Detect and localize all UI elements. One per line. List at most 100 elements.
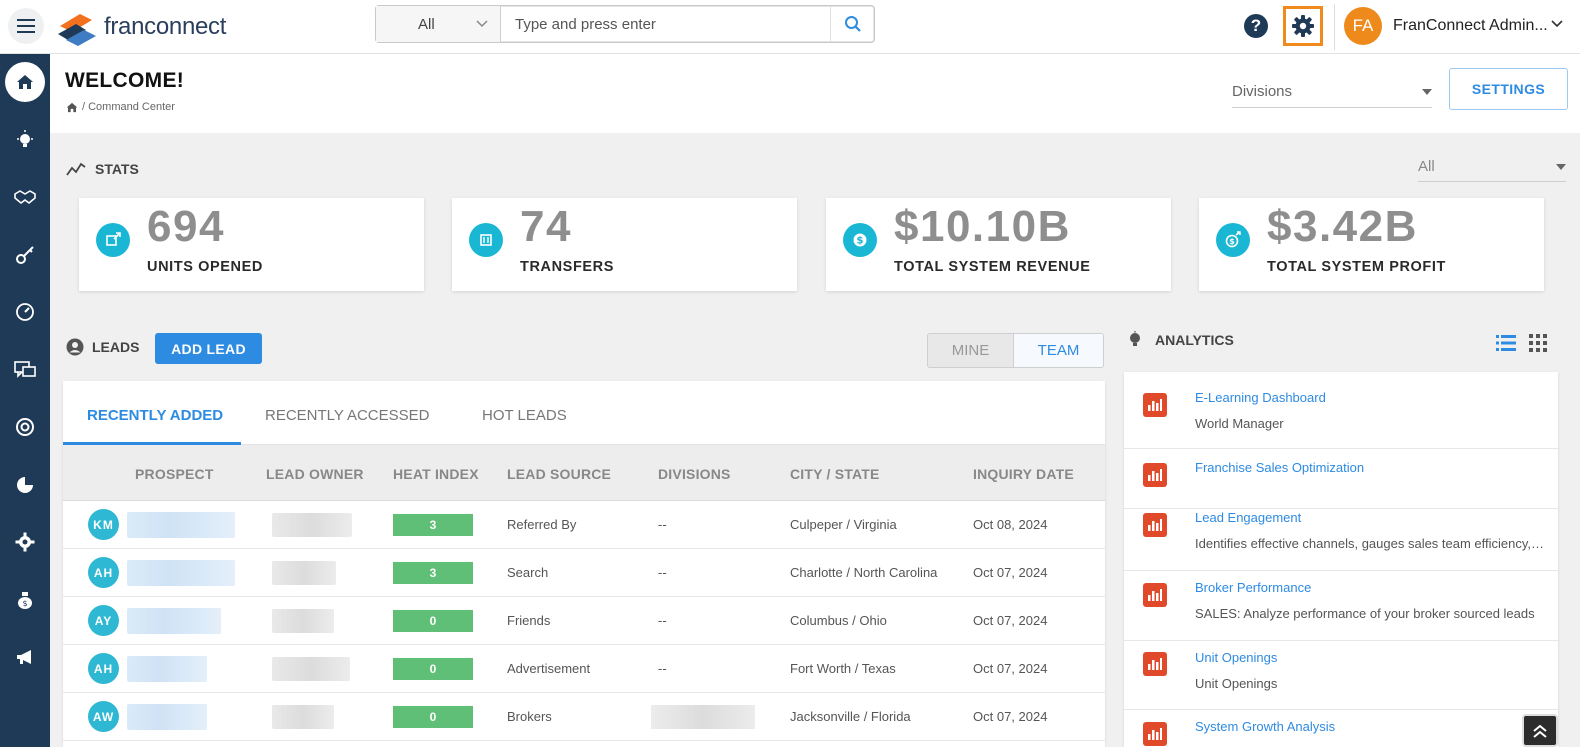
column-header-inquiry-date[interactable]: INQUIRY DATE	[973, 466, 1074, 482]
logo-text: franconnect	[104, 13, 227, 40]
bar-chart-icon	[1143, 513, 1167, 537]
divisions-select[interactable]: Divisions	[1232, 76, 1432, 108]
logo[interactable]: franconnect	[56, 6, 226, 48]
stats-title: STATS	[95, 161, 139, 177]
column-header-prospect[interactable]: PROSPECT	[135, 466, 214, 482]
analytics-item[interactable]: Broker Performance SALES: Analyze perfor…	[1124, 571, 1558, 641]
settings-gear-button[interactable]	[1283, 6, 1323, 46]
menu-icon[interactable]	[8, 8, 44, 44]
analytics-item[interactable]: E-Learning Dashboard World Manager	[1124, 372, 1558, 449]
column-header-city-state[interactable]: CITY / STATE	[790, 466, 880, 482]
money-bag-icon: $	[18, 592, 32, 609]
tab-recently-accessed[interactable]: RECENTLY ACCESSED	[265, 407, 430, 424]
lead-owner-redacted	[272, 561, 336, 585]
leads-tabs: RECENTLY ADDED RECENTLY ACCESSED HOT LEA…	[63, 381, 1105, 445]
inquiry-date: Oct 08, 2024	[973, 517, 1048, 532]
search-scope-value: All	[418, 15, 435, 33]
sidebar-item-announcements[interactable]	[0, 637, 50, 677]
lead-source: Search	[507, 565, 549, 580]
grid-view-icon[interactable]	[1529, 334, 1547, 352]
prospect-name-redacted[interactable]	[127, 704, 207, 730]
prospect-initials: AW	[88, 701, 119, 732]
lead-source: Advertisement	[507, 661, 591, 676]
prospect-name-redacted[interactable]	[127, 512, 235, 538]
scroll-to-top-button[interactable]	[1522, 714, 1558, 747]
column-header-lead-source[interactable]: LEAD SOURCE	[507, 466, 611, 482]
stat-card-units-opened: 694 UNITS OPENED	[79, 198, 424, 291]
table-row[interactable]: AH 3 Search -- Charlotte / North Carolin…	[63, 549, 1105, 597]
search-button[interactable]	[830, 6, 874, 42]
pie-icon	[17, 477, 33, 493]
heat-index-badge: 3	[393, 562, 473, 584]
sidebar-item-deals[interactable]	[0, 177, 50, 217]
gear-icon	[1292, 15, 1314, 37]
column-header-divisions[interactable]: DIVISIONS	[658, 466, 731, 482]
sidebar-item-support[interactable]	[0, 407, 50, 447]
sidebar-item-messages[interactable]	[0, 350, 50, 390]
svg-text:$: $	[22, 599, 27, 608]
stat-label: TRANSFERS	[520, 259, 615, 275]
avatar[interactable]: FA	[1344, 7, 1382, 45]
analytics-item[interactable]: System Growth Analysis	[1124, 710, 1558, 747]
bar-chart-icon	[1143, 393, 1167, 417]
analytics-item-description: World Manager	[1195, 416, 1284, 431]
city-state: Charlotte / North Carolina	[790, 565, 938, 580]
column-header-lead-owner[interactable]: LEAD OWNER	[266, 466, 364, 482]
table-row[interactable]: AY 0 Friends -- Columbus / Ohio Oct 07, …	[63, 597, 1105, 645]
analytics-item[interactable]: Lead Engagement Identifies effective cha…	[1124, 509, 1558, 571]
divisions: --	[658, 613, 667, 628]
lifebuoy-icon	[16, 418, 34, 436]
table-row[interactable]: AH 0 Advertisement -- Fort Worth / Texas…	[63, 645, 1105, 693]
stat-value: $3.42B	[1267, 202, 1418, 251]
analytics-item-title[interactable]: Unit Openings	[1195, 650, 1277, 665]
table-row[interactable]: AW 0 Brokers Jacksonville / Florida Oct …	[63, 693, 1105, 741]
analytics-item-title[interactable]: Lead Engagement	[1195, 510, 1301, 525]
tab-recently-added[interactable]: RECENTLY ADDED	[87, 407, 223, 424]
stats-filter-select[interactable]: All	[1418, 152, 1566, 182]
sidebar-item-keys[interactable]	[0, 235, 50, 275]
analytics-item-title[interactable]: System Growth Analysis	[1195, 719, 1335, 734]
user-name[interactable]: FranConnect Admin...	[1393, 17, 1548, 35]
toggle-mine[interactable]: MINE	[928, 334, 1014, 367]
prospect-name-redacted[interactable]	[127, 608, 221, 634]
toggle-team[interactable]: TEAM	[1014, 334, 1103, 367]
breadcrumb: / Command Center	[66, 101, 175, 113]
divisions-label: Divisions	[1232, 83, 1293, 100]
double-chevron-up-icon	[1533, 724, 1547, 738]
sidebar-item-ideas[interactable]	[0, 120, 50, 160]
divisions: --	[658, 565, 667, 580]
stats-filter-value: All	[1418, 158, 1435, 175]
add-lead-button[interactable]: ADD LEAD	[155, 333, 262, 364]
sidebar-item-finance[interactable]: $	[0, 580, 50, 620]
home-icon	[17, 75, 33, 89]
prospect-name-redacted[interactable]	[127, 656, 207, 682]
help-icon[interactable]: ?	[1244, 14, 1268, 38]
search-input[interactable]	[501, 6, 830, 42]
column-header-heat-index[interactable]: HEAT INDEX	[393, 466, 479, 482]
user-circle-icon	[66, 338, 84, 356]
search-scope-select[interactable]: All	[376, 6, 501, 42]
analytics-item-title[interactable]: Broker Performance	[1195, 580, 1311, 595]
home-icon[interactable]	[66, 102, 78, 113]
sidebar-item-home[interactable]	[0, 62, 50, 102]
inquiry-date: Oct 07, 2024	[973, 661, 1048, 676]
page-title: WELCOME!	[65, 69, 185, 92]
analytics-item-title[interactable]: Franchise Sales Optimization	[1195, 460, 1364, 475]
list-view-icon[interactable]	[1496, 334, 1516, 352]
analytics-panel: E-Learning Dashboard World Manager Franc…	[1124, 372, 1558, 747]
sidebar-item-marketing[interactable]	[0, 465, 50, 505]
tab-hot-leads[interactable]: HOT LEADS	[482, 407, 567, 424]
settings-button[interactable]: SETTINGS	[1449, 68, 1568, 110]
analytics-item-title[interactable]: E-Learning Dashboard	[1195, 390, 1326, 405]
analytics-item[interactable]: Unit Openings Unit Openings	[1124, 641, 1558, 710]
gauge-icon	[16, 303, 34, 321]
stat-card-total-system-revenue: $ $10.10B TOTAL SYSTEM REVENUE	[826, 198, 1171, 291]
prospect-name-redacted[interactable]	[127, 560, 235, 586]
sidebar-item-dashboard[interactable]	[0, 292, 50, 332]
table-row[interactable]: KM 3 Referred By -- Culpeper / Virginia …	[63, 501, 1105, 549]
analytics-item[interactable]: Franchise Sales Optimization	[1124, 449, 1558, 509]
user-menu-chevron-icon[interactable]	[1551, 20, 1563, 28]
sidebar-item-admin[interactable]	[0, 522, 50, 562]
top-bar: franconnect All ? F	[0, 0, 1580, 54]
inquiry-date: Oct 07, 2024	[973, 565, 1048, 580]
